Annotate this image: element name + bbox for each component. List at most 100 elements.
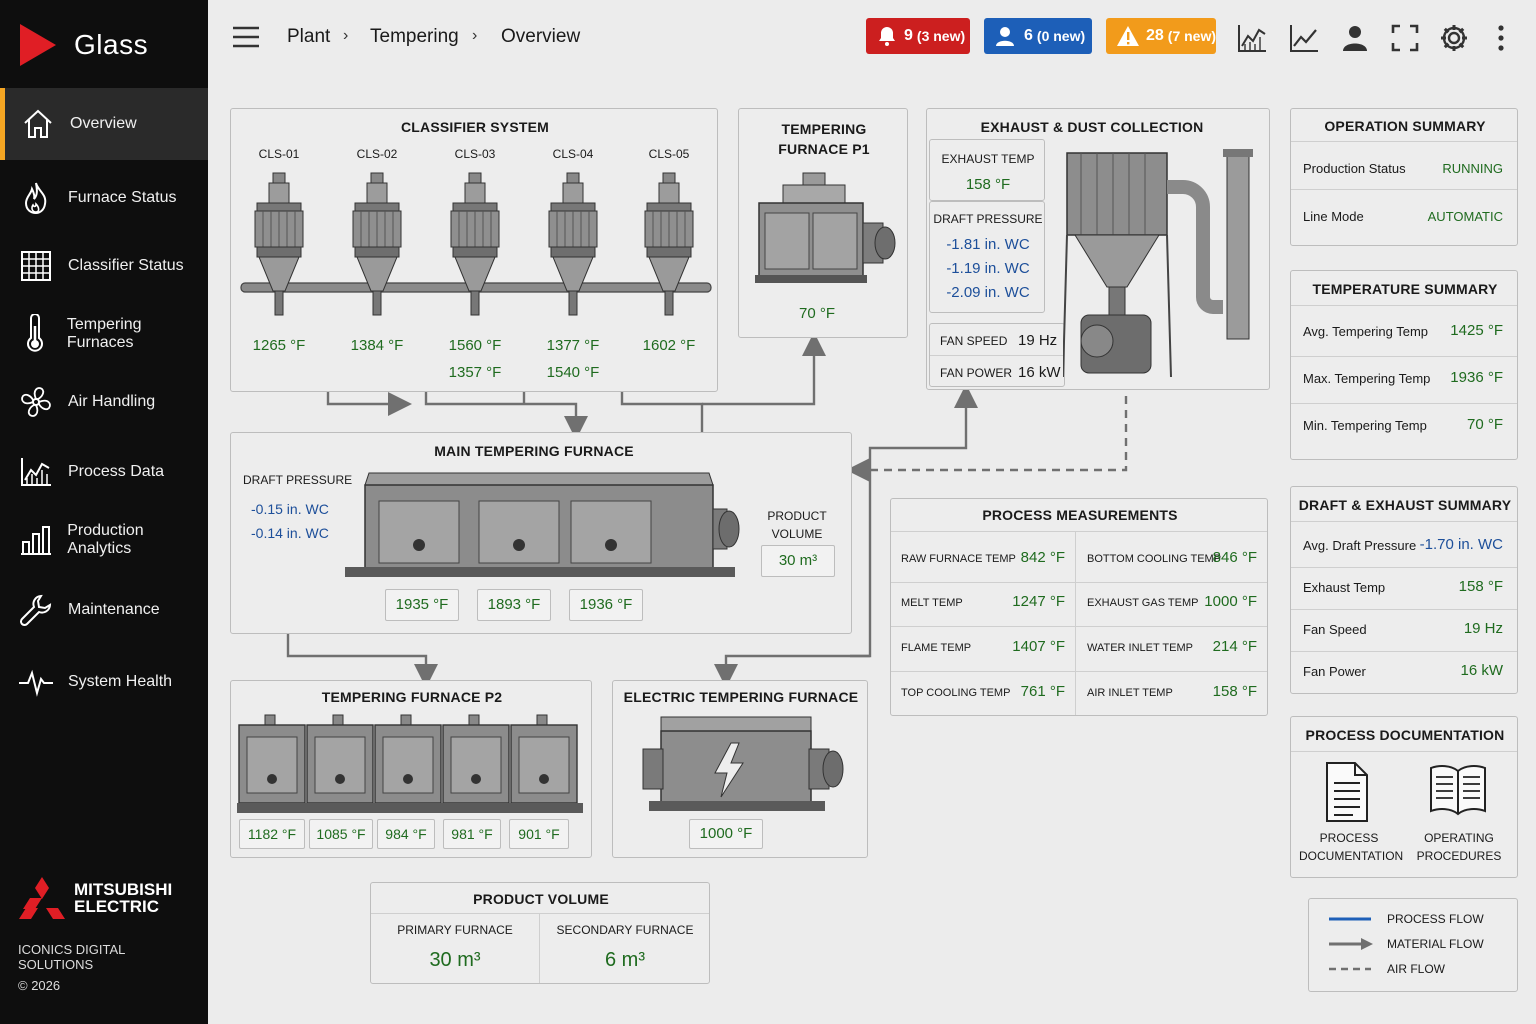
- classifier-temp-2: 1540 °F: [546, 364, 600, 381]
- classifier-unit[interactable]: CLS-01 1265 °F: [235, 145, 323, 385]
- main-draft-value-1: -0.15 in. WC: [251, 501, 329, 517]
- classifier-unit-image: [254, 172, 304, 316]
- draft-pressure-box: DRAFT PRESSURE -1.81 in. WC -1.19 in. WC…: [929, 201, 1045, 313]
- exhaust-dust-panel: EXHAUST & DUST COLLECTION EXHAUST TEMP 1…: [926, 108, 1270, 390]
- panel-title: DRAFT & EXHAUST SUMMARY: [1298, 497, 1512, 513]
- classifier-unit[interactable]: CLS-04 1377 °F 1540 °F: [529, 145, 617, 385]
- draft-exhaust-summary-panel: DRAFT & EXHAUST SUMMARY Avg. Draft Press…: [1290, 486, 1518, 694]
- furnace-p2-module: [374, 714, 442, 804]
- panel-title: PRODUCT VOLUME: [473, 891, 609, 907]
- measurement-label: TOP COOLING TEMP: [901, 687, 1011, 699]
- classifier-temp-1: 1377 °F: [546, 337, 600, 354]
- classifier-id: CLS-02: [356, 147, 398, 161]
- doc-label-line1: OPERATING: [1424, 831, 1494, 845]
- panel-title: TEMPERATURE SUMMARY: [1312, 281, 1498, 297]
- panel-title: CLASSIFIER SYSTEM: [400, 119, 550, 135]
- furnace-p2-module: [442, 714, 510, 804]
- legend-air-flow: AIR FLOW: [1387, 962, 1446, 976]
- doc-label-line2: DOCUMENTATION: [1299, 849, 1404, 863]
- main-furnace-temp-2: 1893 °F: [477, 589, 551, 621]
- furnace-p2-temp: 981 °F: [443, 819, 501, 849]
- process-documentation-panel: PROCESS DOCUMENTATION PROCESS DOCUMENTATI…: [1290, 716, 1518, 878]
- fan-power-label: FAN POWER: [940, 366, 1013, 380]
- panel-title: ELECTRIC TEMPERING FURNACE: [623, 689, 859, 705]
- operating-procedures-link[interactable]: OPERATING PROCEDURES: [1409, 761, 1509, 871]
- electric-furnace-panel[interactable]: ELECTRIC TEMPERING FURNACE 1000 °F: [612, 680, 868, 858]
- open-book-icon: [1430, 765, 1486, 816]
- primary-furnace-volume: 30 m³: [429, 949, 481, 971]
- main-furnace-panel[interactable]: MAIN TEMPERING FURNACE DRAFT PRESSURE -0…: [230, 432, 852, 634]
- product-volume-label: PRODUCT VOLUME: [751, 507, 843, 543]
- classifier-temp-1: 1384 °F: [350, 337, 404, 354]
- summary-label: Avg. Draft Pressure: [1303, 538, 1417, 553]
- summary-label: Avg. Tempering Temp: [1303, 324, 1429, 339]
- measurement-value: 1247 °F: [1012, 593, 1065, 610]
- legend-process-flow: PROCESS FLOW: [1387, 912, 1484, 926]
- process-documentation-link[interactable]: PROCESS DOCUMENTATION: [1299, 761, 1404, 871]
- classifier-temp-2: 1357 °F: [448, 364, 502, 381]
- draft-pressure-label: DRAFT PRESSURE: [933, 212, 1043, 226]
- secondary-furnace-label: SECONDARY FURNACE: [556, 923, 694, 937]
- production-status-label: Production Status: [1303, 161, 1406, 176]
- furnace-p1-temp: 70 °F: [798, 305, 835, 322]
- main-product-volume: 30 m³: [761, 545, 835, 577]
- measurement-label: EXHAUST GAS TEMP: [1087, 597, 1199, 609]
- measurement-value: 1000 °F: [1204, 593, 1257, 610]
- furnace-p2-temp: 1182 °F: [239, 819, 305, 849]
- furnace-p2-temp: 1085 °F: [309, 819, 373, 849]
- panel-title: EXHAUST & DUST COLLECTION: [980, 119, 1204, 135]
- measurement-label: AIR INLET TEMP: [1087, 687, 1173, 699]
- electric-furnace-temp: 1000 °F: [689, 819, 763, 849]
- classifier-system-panel: CLASSIFIER SYSTEM CLS-01 1265 °F CLS-02 138…: [230, 108, 718, 392]
- electric-furnace-image: [642, 716, 844, 811]
- temperature-summary-panel: TEMPERATURE SUMMARY Avg. Tempering Temp 1…: [1290, 270, 1518, 460]
- classifier-temp-1: 1560 °F: [448, 337, 502, 354]
- process-measurements-panel: PROCESS MEASUREMENTS RAW FURNACE TEMP 842…: [890, 498, 1268, 716]
- legend-swatches: [1329, 917, 1373, 971]
- summary-label: Min. Tempering Temp: [1303, 418, 1427, 433]
- exhaust-temp-box: EXHAUST TEMP 158 °F: [929, 139, 1045, 201]
- exhaust-temp-value: 158 °F: [965, 176, 1011, 193]
- classifier-temp-1: 1602 °F: [642, 337, 696, 354]
- main-furnace-image: [345, 472, 740, 577]
- classifier-id: CLS-04: [552, 147, 594, 161]
- classifier-temp-1: 1265 °F: [252, 337, 306, 354]
- title-line1: TEMPERING: [781, 121, 867, 137]
- classifier-id: CLS-03: [454, 147, 496, 161]
- panel-title: TEMPERING FURNACE P1: [739, 119, 909, 159]
- classifier-unit[interactable]: CLS-03 1560 °F 1357 °F: [431, 145, 519, 385]
- title-line2: FURNACE P1: [778, 141, 870, 157]
- summary-value: 16 kW: [1460, 662, 1503, 679]
- operation-summary-panel: OPERATION SUMMARY Production Status RUNN…: [1290, 108, 1518, 246]
- classifier-unit[interactable]: CLS-05 1602 °F: [625, 145, 713, 385]
- legend-material-flow: MATERIAL FLOW: [1387, 937, 1484, 951]
- label-line2: VOLUME: [771, 527, 823, 541]
- doc-label: OPERATING PROCEDURES: [1409, 829, 1509, 865]
- document-icon: [1326, 762, 1368, 822]
- summary-label: Max. Tempering Temp: [1303, 371, 1431, 386]
- summary-value: 70 °F: [1466, 416, 1503, 433]
- dust-collector-image: [1063, 149, 1253, 378]
- furnace-p1-image: [755, 172, 896, 283]
- main-draft-label: DRAFT PRESSURE: [243, 473, 353, 487]
- summary-value: 1936 °F: [1450, 369, 1503, 386]
- panel-title: OPERATION SUMMARY: [1324, 118, 1486, 134]
- panel-title: MAIN TEMPERING FURNACE: [434, 443, 634, 459]
- furnace-p2-panel[interactable]: TEMPERING FURNACE P2 1182 °F 1085 °F 984 °…: [230, 680, 592, 858]
- summary-label: Fan Power: [1303, 664, 1366, 679]
- summary-value: 158 °F: [1458, 578, 1503, 595]
- material-flow-line: [702, 332, 826, 406]
- measurement-value: 158 °F: [1212, 683, 1257, 700]
- air-flow-line: [846, 396, 1128, 482]
- doc-label-line2: PROCEDURES: [1416, 849, 1502, 863]
- main-draft-value-2: -0.14 in. WC: [251, 525, 329, 541]
- summary-label: Exhaust Temp: [1303, 580, 1386, 595]
- measurement-value: 761 °F: [1020, 683, 1065, 700]
- line-mode-label: Line Mode: [1303, 209, 1364, 224]
- furnace-p1-panel[interactable]: TEMPERING FURNACE P1 70 °F: [738, 108, 908, 338]
- main-furnace-temp-3: 1936 °F: [569, 589, 643, 621]
- fan-speed-value: 19 Hz: [1018, 332, 1058, 349]
- classifier-unit-image: [644, 172, 694, 316]
- classifier-unit[interactable]: CLS-02 1384 °F: [333, 145, 421, 385]
- production-status-value: RUNNING: [1442, 161, 1503, 176]
